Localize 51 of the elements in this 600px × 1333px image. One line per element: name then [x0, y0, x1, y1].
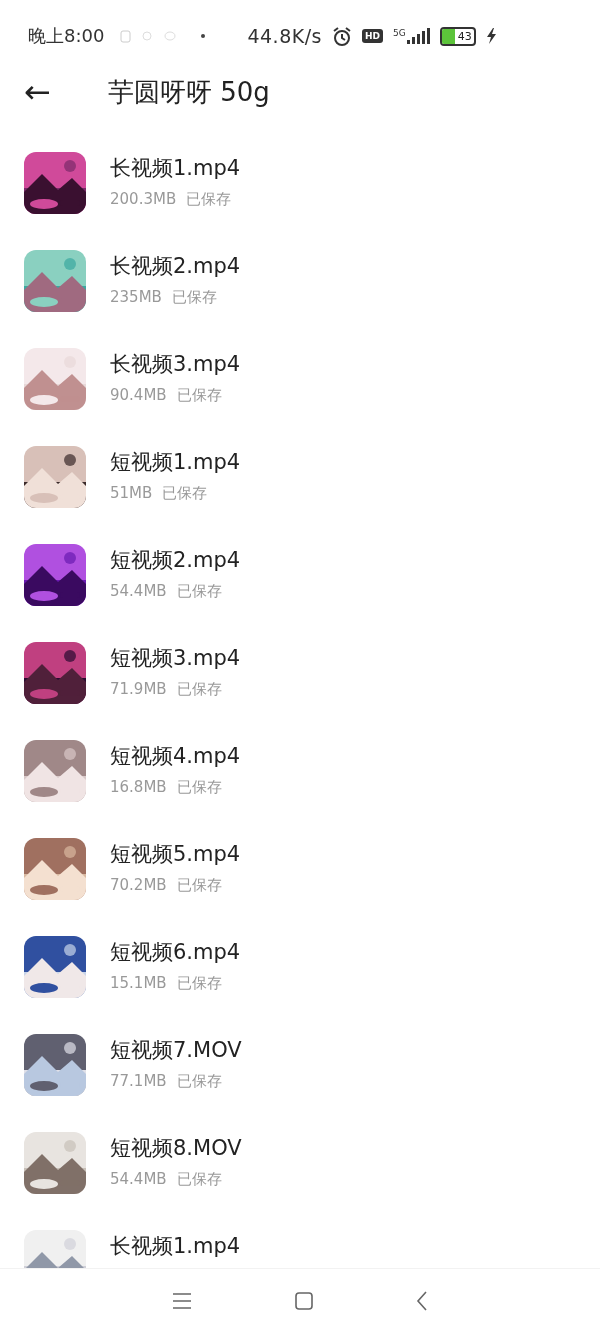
save-status: 已保存: [171, 288, 217, 307]
file-size: 54.4MB: [110, 582, 167, 601]
save-status: 已保存: [176, 386, 222, 405]
page-title: 芋圆呀呀 50g: [108, 75, 270, 109]
file-size: 77.1MB: [110, 1072, 167, 1091]
save-status: 已保存: [176, 876, 222, 895]
dot-icon: [201, 34, 206, 38]
file-name[interactable]: 短视频3.mp4: [110, 644, 241, 672]
file-size: 235MB: [110, 288, 162, 307]
save-status: 已保存: [176, 974, 222, 993]
file-name[interactable]: 短视频6.mp4: [110, 938, 241, 966]
file-name[interactable]: 短视频8.MOV: [110, 1134, 242, 1162]
file-size: 71.9MB: [110, 680, 167, 699]
back-button[interactable]: ←: [24, 76, 108, 108]
file-name[interactable]: 短视频5.mp4: [110, 840, 241, 868]
file-name[interactable]: 长视频1.mp4: [110, 1232, 241, 1260]
save-status: 已保存: [176, 582, 222, 601]
network-type: 5G: [393, 28, 406, 38]
save-status: 已保存: [176, 1170, 222, 1189]
save-status: 已保存: [176, 778, 222, 797]
alarm-icon: [332, 26, 352, 46]
file-size: 51MB: [110, 484, 153, 503]
file-name[interactable]: 短视频4.mp4: [110, 742, 241, 770]
file-size: 16.8MB: [110, 778, 167, 797]
network-speed: 44.8K/s: [247, 25, 322, 47]
file-name[interactable]: 短视频1.mp4: [110, 448, 241, 476]
file-name[interactable]: 长视频1.mp4: [110, 154, 241, 182]
file-size: 70.2MB: [110, 876, 167, 895]
home-icon[interactable]: [295, 1292, 313, 1310]
hd-badge: HD: [362, 29, 383, 43]
file-size: 200.3MB: [110, 190, 177, 209]
back-icon[interactable]: [416, 1291, 429, 1311]
save-status: 已保存: [162, 484, 208, 503]
file-name[interactable]: 短视频7.MOV: [110, 1036, 242, 1064]
notification-icon: [120, 29, 132, 43]
menu-icon[interactable]: [171, 1292, 192, 1310]
save-status: 已保存: [186, 190, 232, 209]
charging-icon: [485, 28, 496, 44]
file-size: 90.4MB: [110, 386, 167, 405]
file-name[interactable]: 长视频3.mp4: [110, 350, 241, 378]
notification-icon: [141, 30, 154, 42]
battery-percent: 43: [457, 29, 472, 43]
file-name[interactable]: 长视频2.mp4: [110, 252, 241, 280]
save-status: 已保存: [176, 680, 222, 699]
clock-time: 晚上8:00: [28, 24, 105, 48]
signal-icon: [406, 28, 430, 44]
notification-icon: [163, 30, 178, 42]
file-size: 15.1MB: [110, 974, 167, 993]
save-status: 已保存: [176, 1072, 222, 1091]
file-name[interactable]: 短视频2.mp4: [110, 546, 241, 574]
file-size: 54.4MB: [110, 1170, 167, 1189]
